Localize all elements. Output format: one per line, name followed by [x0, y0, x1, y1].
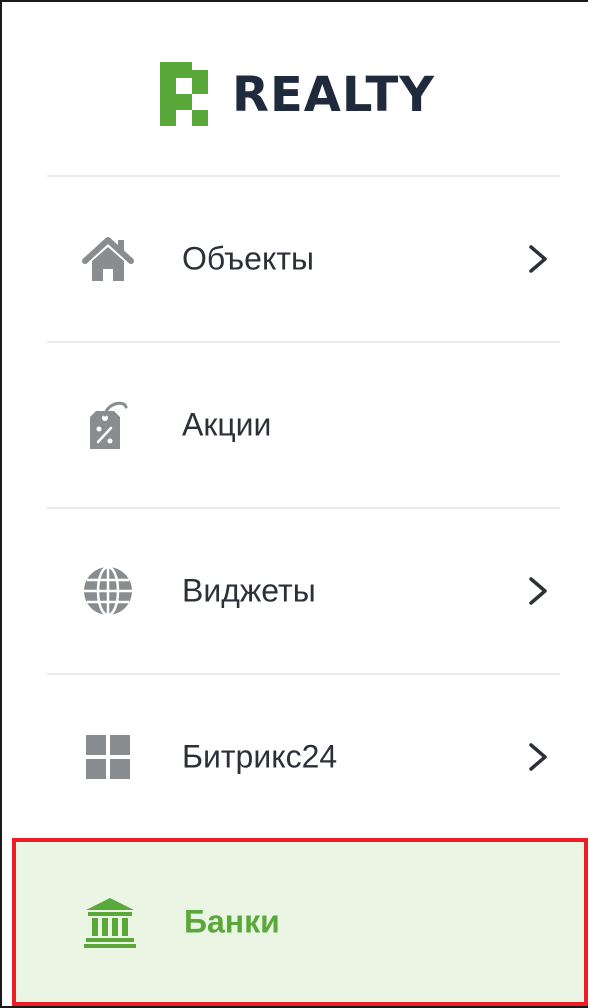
menu-item-promotions[interactable]: Акции [2, 343, 588, 507]
chevron-right-icon [529, 743, 547, 771]
globe-icon [84, 565, 132, 617]
menu-item-label: Виджеты [182, 572, 316, 609]
brand-name: REALTY [232, 67, 436, 123]
menu-item-label: Объекты [182, 240, 314, 277]
home-icon [82, 237, 134, 281]
sidebar-menu: REALTY Объекты Акции Виджеты Битрикс24 Б… [0, 0, 588, 1008]
chevron-right-icon [529, 577, 547, 605]
menu-item-objects[interactable]: Объекты [2, 177, 588, 341]
menu-item-widgets[interactable]: Виджеты [2, 509, 588, 673]
price-tag-icon [90, 401, 128, 449]
menu-item-label: Акции [182, 406, 272, 443]
chevron-right-icon [529, 245, 547, 273]
menu-item-label: Битрикс24 [182, 738, 338, 775]
menu-item-banks[interactable]: Банки [12, 838, 588, 1006]
bank-icon [84, 898, 136, 948]
menu-item-bitrix24[interactable]: Битрикс24 [2, 675, 588, 839]
brand-logo[interactable]: REALTY [2, 2, 588, 178]
menu-item-label: Банки [184, 903, 280, 940]
realty-logo-icon [160, 62, 208, 126]
grid-icon [86, 735, 130, 779]
